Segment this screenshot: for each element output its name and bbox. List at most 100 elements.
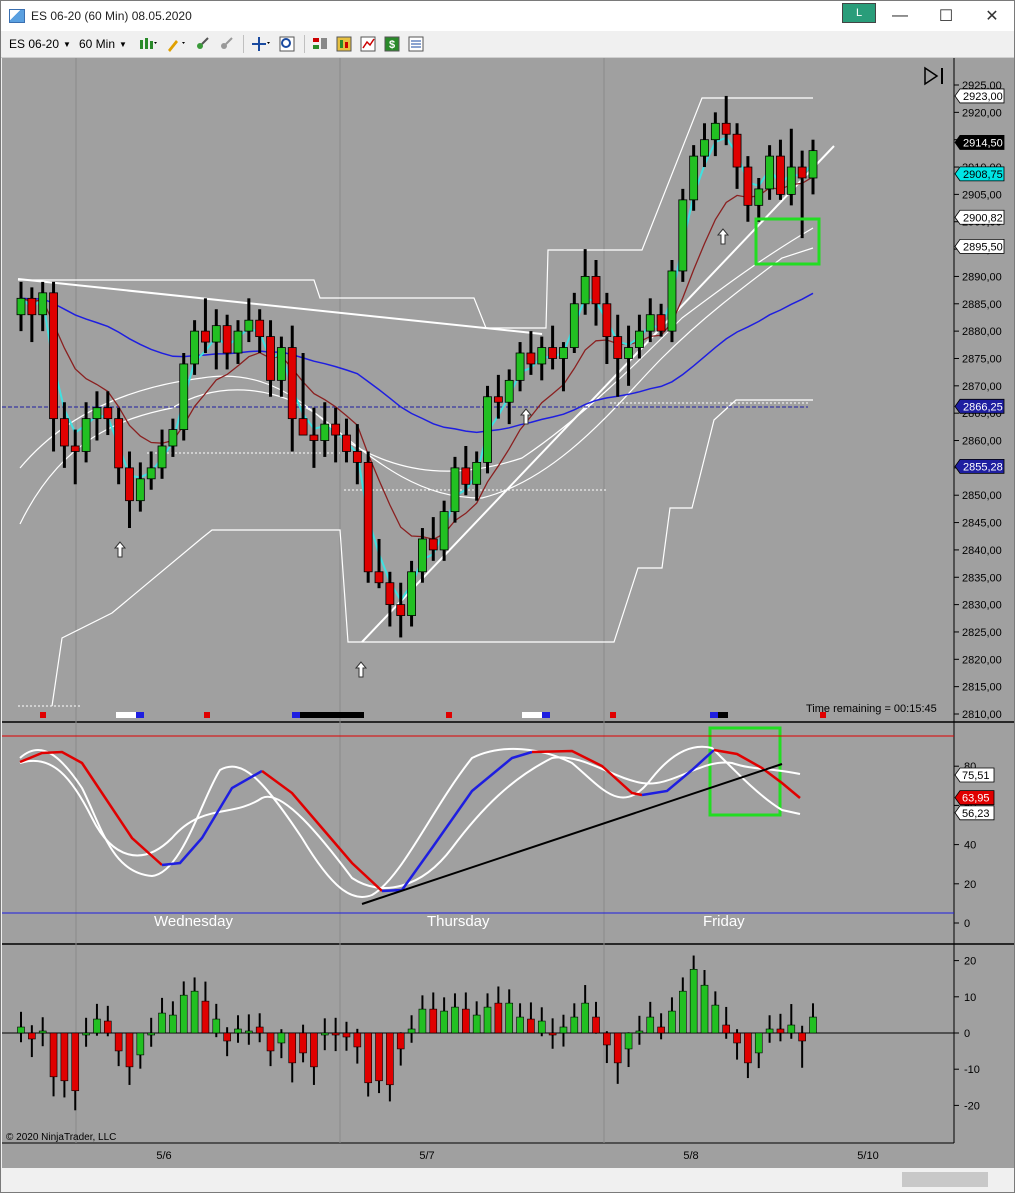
strategies-icon[interactable] xyxy=(359,35,377,53)
candle-down xyxy=(743,156,753,222)
momentum-bar xyxy=(179,981,188,1034)
day-label-thursday: Thursday xyxy=(427,913,490,930)
momentum-bar xyxy=(613,1032,622,1084)
momentum-bar xyxy=(798,1025,806,1068)
momentum-bar xyxy=(516,1003,524,1034)
momentum-bar xyxy=(310,1032,318,1085)
snap-mode-icon[interactable] xyxy=(193,35,211,53)
chart-canvas[interactable]: 2925,002920,002915,002910,002905,002900,… xyxy=(2,58,1014,1168)
zoom-icon[interactable] xyxy=(278,35,296,53)
instrument-label: ES 06-20 xyxy=(9,37,60,51)
oscillator-signal-red xyxy=(531,749,643,797)
chart-area[interactable]: 2925,002920,002915,002910,002905,002900,… xyxy=(2,58,1014,1168)
chart-toolbar: ES 06-20 ▼ 60 Min ▼ $ xyxy=(1,31,1014,58)
momentum-bar xyxy=(17,1011,25,1043)
momentum-bar xyxy=(375,1032,383,1094)
link-badge-button[interactable]: L xyxy=(842,3,876,23)
momentum-bar xyxy=(570,1003,579,1034)
close-button[interactable]: ✕ xyxy=(969,1,1015,31)
candle-up xyxy=(16,281,26,332)
price-tick-label: 2840,00 xyxy=(962,545,1002,557)
oscillator-trend-line[interactable] xyxy=(361,763,783,905)
momentum-bar xyxy=(776,1013,785,1042)
price-marker: 2908,75 xyxy=(954,166,1005,182)
momentum-bar xyxy=(765,1015,774,1043)
momentum-bar xyxy=(527,1002,535,1034)
date-tick: 5/7 xyxy=(419,1150,434,1162)
candle-down xyxy=(114,407,124,485)
title-bar[interactable]: ES 06-20 (60 Min) 08.05.2020 L — ☐ ✕ xyxy=(1,1,1014,31)
momentum-bar xyxy=(592,1001,600,1034)
candle-down xyxy=(266,320,275,397)
interval-selector[interactable]: 60 Min ▼ xyxy=(79,37,127,51)
momentum-bar xyxy=(125,1032,134,1085)
maximize-button[interactable]: ☐ xyxy=(923,1,969,31)
properties-icon[interactable] xyxy=(407,35,425,53)
candle-down xyxy=(732,123,742,189)
candle-up xyxy=(81,402,91,463)
price-tick-label: 2850,00 xyxy=(962,490,1002,502)
downtrend-line[interactable] xyxy=(17,278,543,335)
crosshair-icon[interactable] xyxy=(250,35,272,53)
candle-up xyxy=(38,281,48,332)
candle-down xyxy=(49,281,58,452)
momentum-bar xyxy=(635,1015,644,1045)
price-tick-label: 2815,00 xyxy=(962,682,1002,694)
momentum-bar xyxy=(754,1032,763,1069)
candle-down xyxy=(103,391,113,436)
price-marker: 2895,50 xyxy=(954,238,1005,254)
playback-end-icon[interactable] xyxy=(924,66,943,86)
oscillator-axis: 806040200 xyxy=(954,761,976,930)
momentum-bar xyxy=(483,993,492,1034)
momentum-bar xyxy=(809,1003,817,1034)
momentum-bar xyxy=(288,1032,297,1083)
momentum-bar xyxy=(494,986,503,1034)
candle-down xyxy=(255,309,265,354)
candle-up xyxy=(320,402,330,457)
stay-in-draw-icon[interactable] xyxy=(217,35,235,53)
momentum-bar xyxy=(722,1006,731,1039)
momentum-bar xyxy=(158,997,166,1034)
candle-down xyxy=(591,260,601,326)
candle-up xyxy=(179,353,189,441)
price-tick-label: 2820,00 xyxy=(962,654,1002,666)
momentum-bar xyxy=(624,1032,633,1068)
candle-up xyxy=(190,320,199,375)
drawing-tool-icon[interactable] xyxy=(165,35,187,53)
horizontal-scrollbar[interactable] xyxy=(2,1168,1014,1192)
momentum-bar xyxy=(548,1018,557,1049)
momentum-bar xyxy=(733,1029,741,1060)
price-tick-label: 2860,00 xyxy=(962,436,1002,448)
dollar-icon[interactable]: $ xyxy=(383,35,401,53)
candle-up xyxy=(146,451,156,490)
candle-up xyxy=(537,336,547,381)
candle-down xyxy=(27,287,37,343)
svg-text:63,95: 63,95 xyxy=(962,793,990,805)
momentum-bar xyxy=(38,1017,47,1047)
momentum-bar xyxy=(689,955,698,1034)
oscillator-signal-blue xyxy=(381,750,533,893)
price-tick-label: 2825,00 xyxy=(962,627,1002,639)
instrument-selector[interactable]: ES 06-20 ▼ xyxy=(9,37,71,51)
price-tick-label: 2830,00 xyxy=(962,600,1002,612)
candle-down xyxy=(363,451,373,583)
chart-trader-icon[interactable] xyxy=(311,35,329,53)
momentum-bar xyxy=(407,1015,416,1043)
minimize-button[interactable]: — xyxy=(877,1,923,31)
bar-style-icon[interactable] xyxy=(137,35,159,53)
svg-text:2895,50: 2895,50 xyxy=(963,241,1003,253)
price-tick-label: 2835,00 xyxy=(962,572,1002,584)
candle-up xyxy=(276,336,286,397)
momentum-bar xyxy=(462,992,470,1034)
momentum-bar xyxy=(234,1015,242,1043)
scrollbar-thumb[interactable] xyxy=(902,1172,988,1187)
momentum-bar xyxy=(440,997,448,1034)
day-label-wednesday: Wednesday xyxy=(154,913,233,930)
candle-up xyxy=(635,314,644,359)
candle-down xyxy=(776,139,785,200)
indicators-icon[interactable] xyxy=(335,35,353,53)
date-tick: 5/10 xyxy=(857,1150,878,1162)
momentum-bar xyxy=(396,1032,405,1066)
price-tick-label: 2890,00 xyxy=(962,271,1002,283)
momentum-bar xyxy=(28,1025,36,1058)
